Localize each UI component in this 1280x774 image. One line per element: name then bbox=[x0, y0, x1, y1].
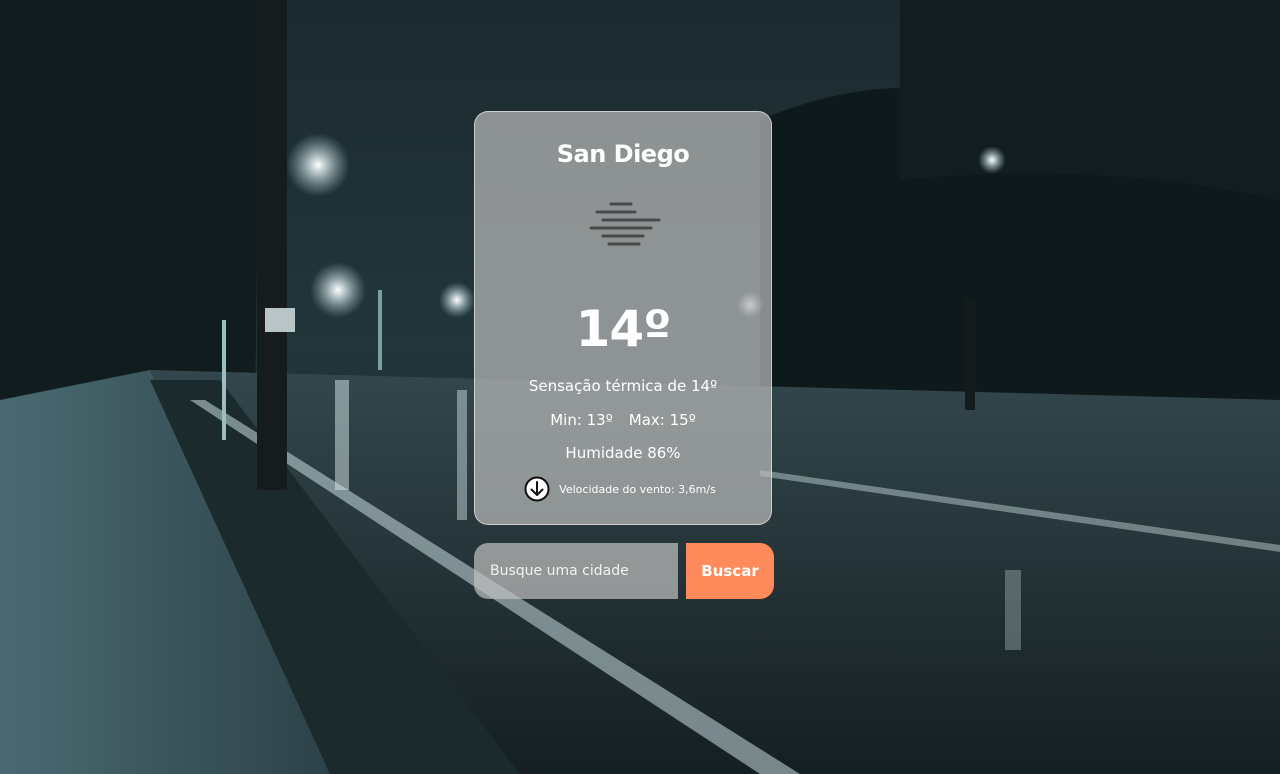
min-temp: Min: 13º bbox=[550, 411, 613, 429]
app-root: San Diego 14º Sensação térmica de 14º Mi… bbox=[0, 0, 1280, 774]
arrow-down-circle-icon bbox=[524, 476, 550, 502]
wind-info: Velocidade do vento: 3,6m/s bbox=[475, 475, 771, 503]
humidity: Humidade 86% bbox=[565, 444, 681, 462]
temperature: 14º bbox=[575, 300, 672, 358]
city-name: San Diego bbox=[556, 140, 690, 168]
search-input[interactable] bbox=[474, 543, 678, 599]
fog-icon bbox=[589, 202, 661, 246]
min-max: Min: 13º Max: 15º bbox=[475, 411, 771, 429]
weather-card: San Diego 14º Sensação térmica de 14º Mi… bbox=[474, 111, 772, 525]
max-temp: Max: 15º bbox=[628, 411, 696, 429]
search-button[interactable]: Buscar bbox=[686, 543, 774, 599]
wind-speed: Velocidade do vento: 3,6m/s bbox=[559, 482, 716, 496]
feels-like: Sensação térmica de 14º bbox=[528, 377, 718, 395]
